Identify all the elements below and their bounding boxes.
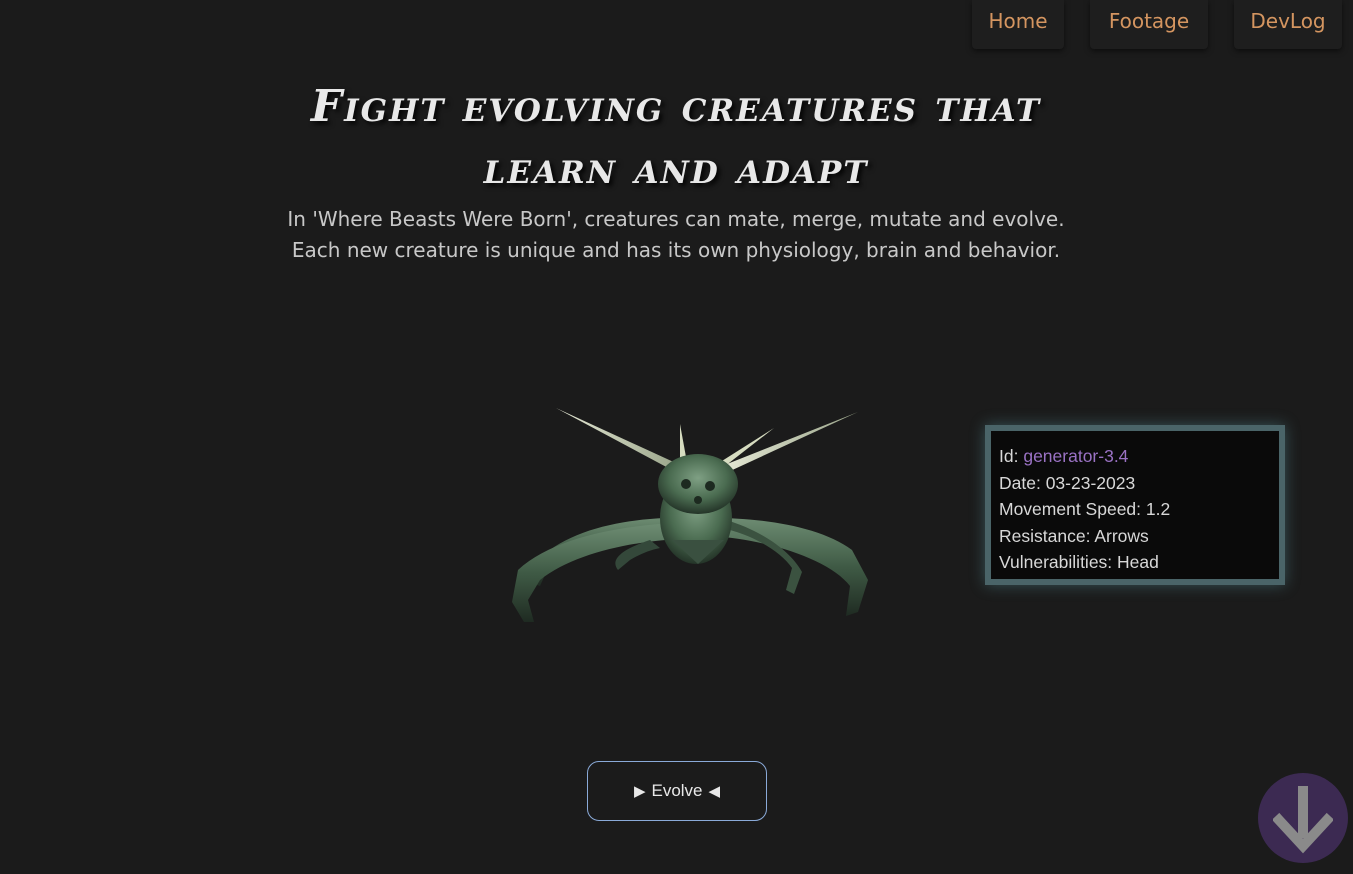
info-resistance-label: Resistance: (999, 525, 1091, 546)
hero-title-line1: Fight evolving creatures that (310, 81, 1042, 132)
nav-devlog-link[interactable]: DevLog (1234, 0, 1342, 49)
info-vulnerabilities-value: Head (1117, 552, 1159, 572)
creature-head (658, 454, 738, 514)
hero-subtitle: In 'Where Beasts Were Born', creatures c… (226, 204, 1126, 266)
page: Home Footage DevLog Fight evolving creat… (0, 0, 1353, 874)
nav-footage-link[interactable]: Footage (1090, 0, 1208, 49)
hero-subtitle-line1: In 'Where Beasts Were Born', creatures c… (287, 207, 1065, 231)
creature-eye (705, 481, 715, 491)
nav-home-link[interactable]: Home (972, 0, 1064, 49)
info-date-label: Date: (999, 472, 1041, 493)
play-left-icon: ◀ (708, 783, 721, 800)
scroll-down-button[interactable] (1258, 773, 1348, 863)
play-right-icon: ▶ (633, 783, 646, 800)
creature-eye (681, 479, 691, 489)
info-date-value: 03-23-2023 (1045, 472, 1136, 493)
creature-eye (694, 496, 702, 504)
info-date-row: Date: 03-23-2023 (999, 470, 1271, 497)
info-speed-value: 1.2 (1145, 499, 1171, 519)
info-speed-label: Movement Speed: (999, 499, 1142, 519)
creature-spike (722, 412, 858, 472)
creature-leg (712, 518, 868, 616)
arrow-down-icon (1273, 786, 1333, 854)
hero-title-line2: learn and adapt (483, 143, 869, 194)
creature-spike (556, 408, 678, 470)
creature-render (512, 408, 868, 622)
info-id-label: Id: (999, 446, 1019, 466)
creature-leg (512, 524, 665, 622)
info-resistance-row: Resistance: Arrows (999, 523, 1271, 550)
info-vulnerabilities-row: Vulnerabilities: Head (999, 549, 1271, 576)
evolve-button[interactable]: ▶ Evolve ◀ (587, 761, 767, 821)
info-speed-row: Movement Speed: 1.2 (999, 496, 1271, 523)
hero-subtitle-line2: Each new creature is unique and has its … (291, 238, 1061, 262)
info-resistance-value: Arrows (1094, 525, 1149, 546)
creature-info-card: Id: generator-3.4 Date: 03-23-2023 Movem… (985, 425, 1285, 585)
top-nav: Home Footage DevLog (972, 0, 1342, 49)
info-vulnerabilities-label: Vulnerabilities: (999, 552, 1113, 572)
info-id-row: Id: generator-3.4 (999, 443, 1271, 470)
info-id-value: generator-3.4 (1023, 446, 1129, 466)
hero-title: Fight evolving creatures that learn and … (276, 76, 1076, 200)
evolve-button-label: Evolve (651, 781, 703, 800)
